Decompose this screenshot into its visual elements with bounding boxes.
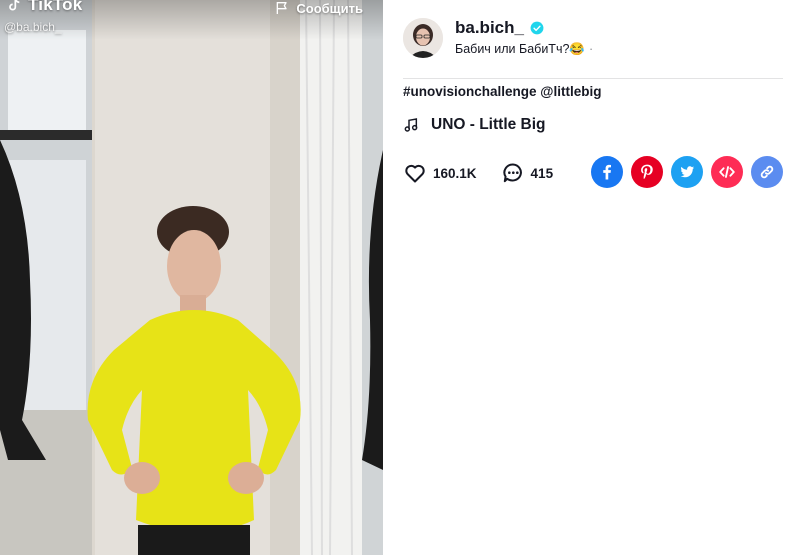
like-count: 160.1K [433, 165, 477, 181]
comment-button[interactable]: 415 [501, 161, 554, 185]
share-pinterest-button[interactable] [631, 156, 663, 188]
action-bar: 160.1K 415 [403, 156, 783, 188]
like-button[interactable]: 160.1K [403, 161, 477, 185]
divider [403, 78, 783, 79]
username: ba.bich_ [455, 18, 524, 37]
music-link[interactable]: UNO - Little Big [403, 116, 546, 134]
verified-icon [530, 21, 544, 35]
video-caption: #unovisionchallenge @littlebig [403, 84, 601, 99]
comment-count: 415 [530, 165, 554, 181]
embed-icon [719, 166, 735, 178]
share-buttons [591, 156, 783, 188]
video-info-panel: ba.bich_ Бабич или БабиТч?😂 · #unovisionc… [383, 0, 810, 555]
tiktok-brand[interactable]: TikTok [6, 0, 82, 15]
video-frame [0, 0, 383, 555]
username-link[interactable]: ba.bich_ [455, 18, 593, 38]
separator-dot: · [588, 42, 594, 56]
nickname-text: Бабич или БабиТч?😂 [455, 42, 585, 56]
report-label: Сообщить [296, 0, 363, 16]
pinterest-icon [641, 164, 653, 180]
link-icon [760, 165, 774, 179]
author-block: ba.bich_ Бабич или БабиТч?😂 · [403, 18, 593, 58]
video-player[interactable]: TikTok @ba.bich_ Сообщить [0, 0, 383, 555]
music-note-icon [404, 118, 418, 132]
hashtag-link[interactable]: #unovisionchallenge [403, 84, 537, 99]
avatar-image [403, 18, 443, 58]
comment-icon [502, 163, 522, 183]
music-title: UNO - Little Big [431, 116, 546, 133]
twitter-icon [680, 166, 695, 178]
mention-link[interactable]: @littlebig [540, 84, 601, 99]
heart-icon [405, 164, 425, 183]
share-facebook-button[interactable] [591, 156, 623, 188]
video-watermark-handle: @ba.bich_ [4, 20, 62, 34]
share-twitter-button[interactable] [671, 156, 703, 188]
facebook-icon [603, 164, 611, 180]
avatar[interactable] [403, 18, 443, 58]
embed-button[interactable] [711, 156, 743, 188]
brand-name: TikTok [28, 0, 83, 14]
author-nickname: Бабич или БабиТч?😂 · [455, 42, 593, 57]
flag-icon [277, 2, 288, 14]
report-button[interactable]: Сообщить [274, 0, 363, 16]
tiktok-logo-icon [9, 0, 20, 11]
copy-link-button[interactable] [751, 156, 783, 188]
